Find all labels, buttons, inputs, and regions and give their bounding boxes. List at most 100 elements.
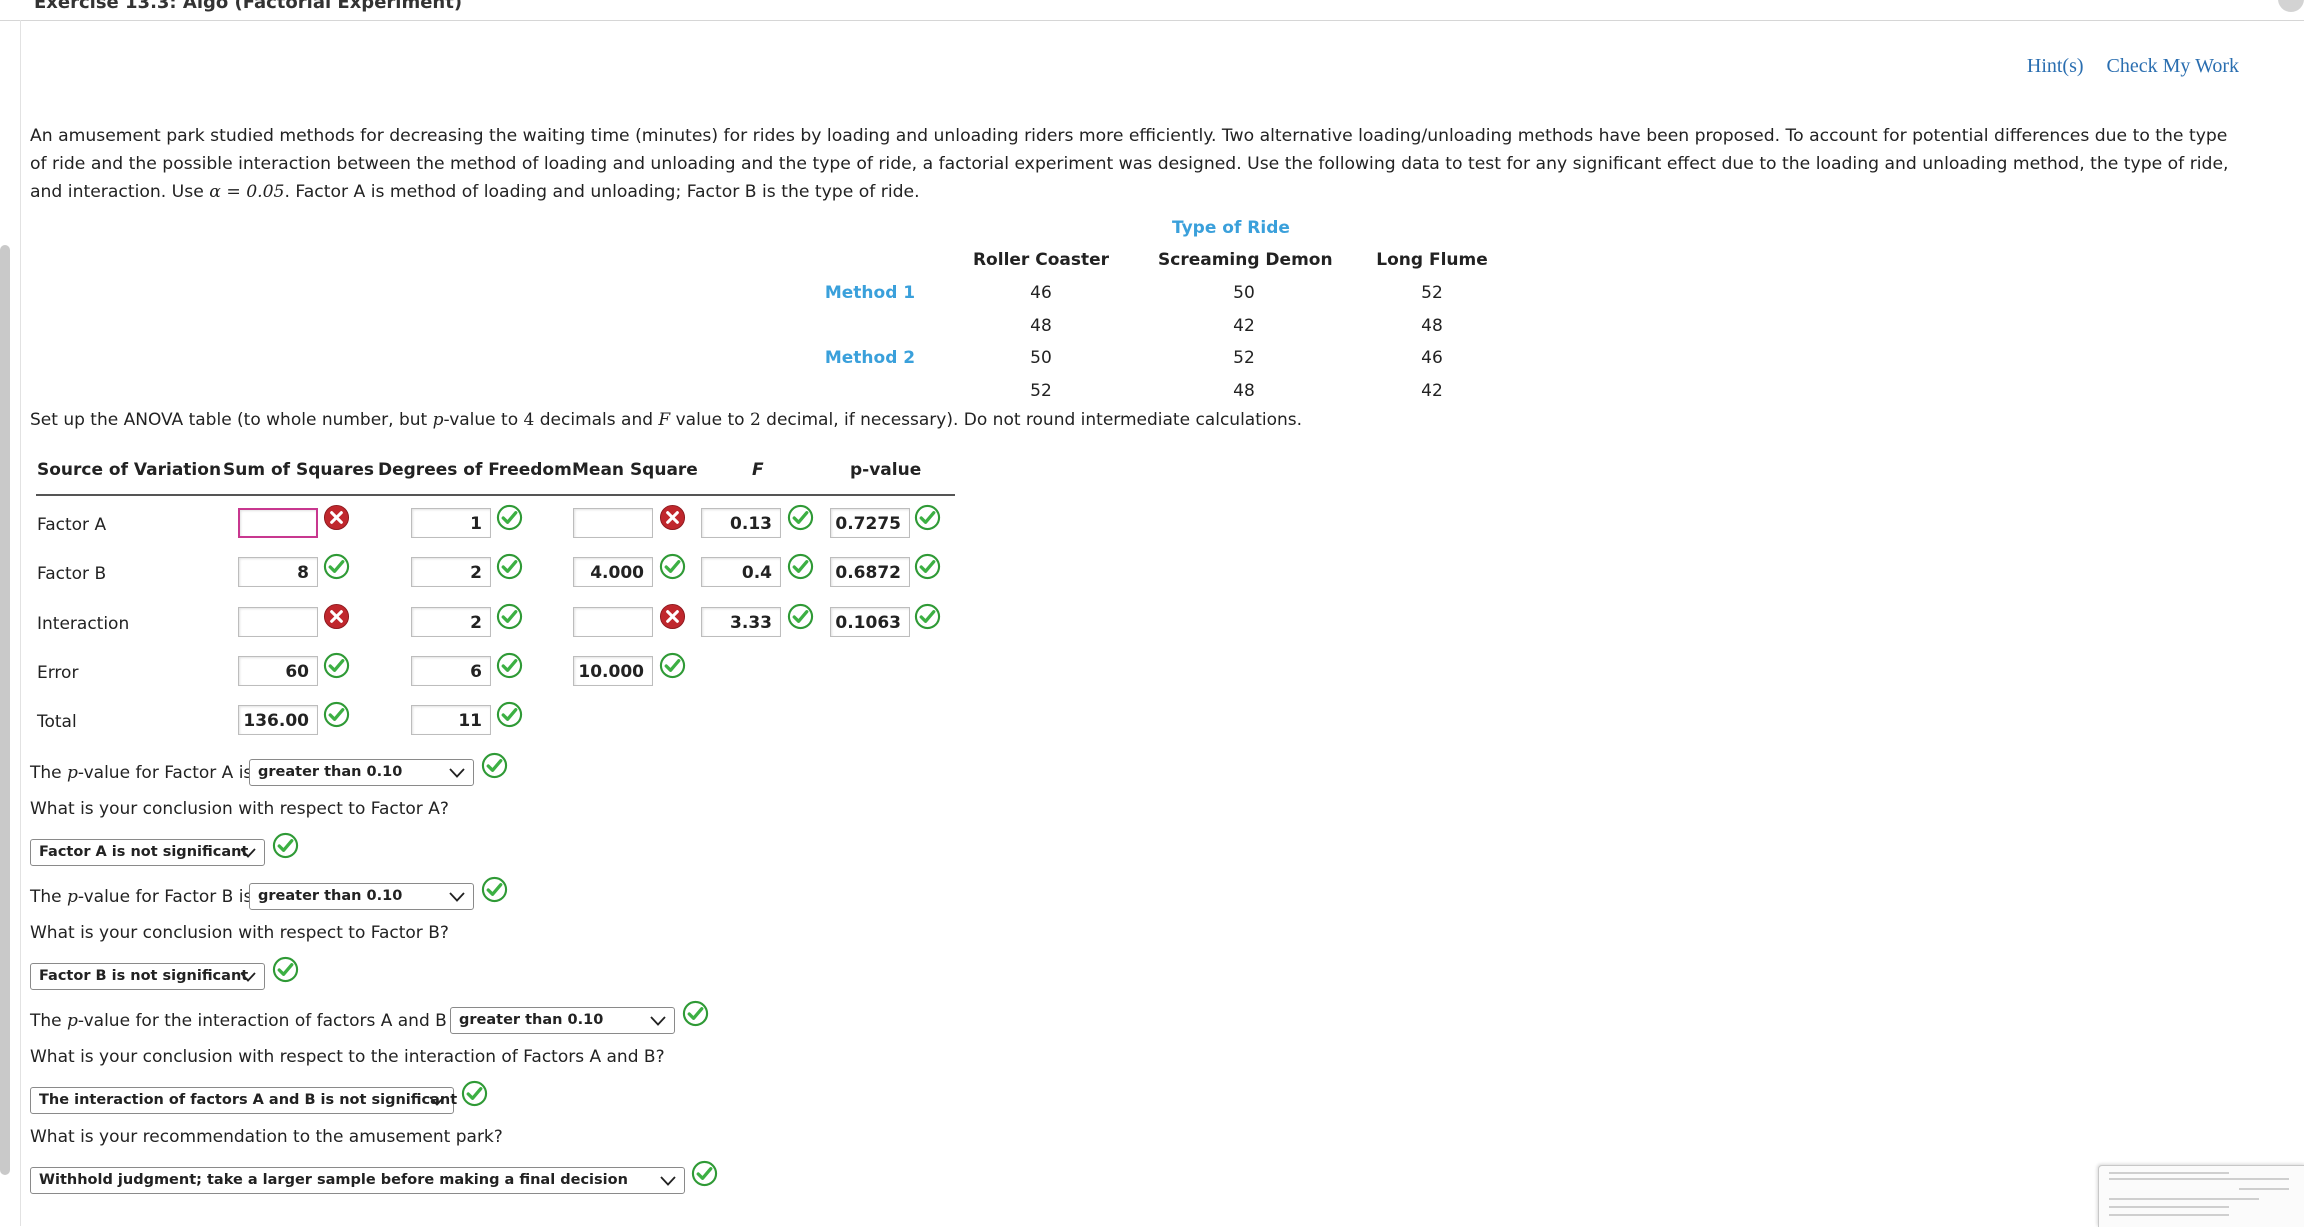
conclusion-factor-a-question: What is your conclusion with respect to …	[30, 799, 449, 819]
setup-F: F	[658, 410, 671, 430]
col-roller-coaster: Roller Coaster	[972, 250, 1110, 270]
correct-icon	[496, 603, 523, 630]
select-value: Factor B is not significant	[39, 968, 249, 984]
factor-b-df-input[interactable]: 2	[411, 557, 491, 587]
setup-text-c: decimals and	[534, 410, 659, 430]
error-df-input[interactable]: 6	[411, 656, 491, 686]
chevron-down-icon	[240, 848, 256, 858]
interaction-p-input[interactable]: 0.1063	[830, 607, 910, 637]
select-value: The interaction of factors A and B is no…	[39, 1092, 458, 1108]
cell-m1-r2-sd: 42	[1233, 316, 1255, 336]
factor-a-df-input[interactable]: 1	[411, 508, 491, 538]
cell-m2-r1-sd: 52	[1233, 348, 1255, 368]
col-screaming-demon: Screaming Demon	[1158, 250, 1333, 270]
recommendation-select[interactable]: Withhold judgment; take a larger sample …	[30, 1167, 685, 1194]
chevron-down-icon	[429, 1096, 445, 1106]
correct-icon	[496, 504, 523, 531]
q-p: p	[67, 763, 78, 783]
p-value-interaction-select[interactable]: greater than 0.10	[450, 1007, 675, 1034]
q-p: p	[67, 1011, 78, 1031]
correct-icon	[272, 832, 299, 859]
p-value-factor-a-question: The p-value for Factor A is	[30, 763, 252, 783]
recommendation-question: What is your recommendation to the amuse…	[30, 1127, 503, 1147]
factor-a-ss-input[interactable]	[238, 508, 318, 538]
p-value-factor-b-select[interactable]: greater than 0.10	[249, 883, 474, 910]
select-value: greater than 0.10	[258, 888, 403, 904]
header-mean-square: Mean Square	[572, 460, 698, 480]
interaction-df-input[interactable]: 2	[411, 607, 491, 637]
cell-m1-r2-lf: 48	[1421, 316, 1443, 336]
conclusion-factor-a-select[interactable]: Factor A is not significant	[30, 839, 265, 866]
p-value-interaction-question: The p-value for the interaction of facto…	[30, 1011, 466, 1031]
cell-m2-r2-lf: 42	[1421, 381, 1443, 401]
error-ms-input[interactable]: 10.000	[573, 656, 653, 686]
q-pa-text: -value for Factor A is	[77, 763, 253, 783]
row-label-factor-b: Factor B	[37, 564, 107, 584]
factor-a-f-input[interactable]: 0.13	[701, 508, 781, 538]
anova-instructions: Set up the ANOVA table (to whole number,…	[30, 410, 1302, 430]
conclusion-interaction-question: What is your conclusion with respect to …	[30, 1047, 665, 1067]
q-pb-text: -value for Factor B is	[77, 887, 253, 907]
header-p-value: p-value	[850, 460, 922, 480]
factor-b-ss-input[interactable]: 8	[238, 557, 318, 587]
cell-m2-r2-sd: 48	[1233, 381, 1255, 401]
col-long-flume: Long Flume	[1376, 250, 1488, 270]
header-source: Source of Variation	[37, 460, 222, 480]
conclusion-factor-b-select[interactable]: Factor B is not significant	[30, 963, 265, 990]
left-scrollbar[interactable]	[0, 245, 10, 1175]
conclusion-interaction-select[interactable]: The interaction of factors A and B is no…	[30, 1087, 458, 1114]
check-my-work-link[interactable]: Check My Work	[2107, 55, 2239, 77]
setup-four: 4	[523, 410, 535, 430]
interaction-f-input[interactable]: 3.33	[701, 607, 781, 637]
correct-icon	[914, 504, 941, 531]
method-2-label: Method 2	[824, 348, 916, 368]
correct-icon	[496, 553, 523, 580]
cell-m2-r1-lf: 46	[1421, 348, 1443, 368]
correct-icon	[914, 553, 941, 580]
factor-b-p-input[interactable]: 0.6872	[830, 557, 910, 587]
correct-icon	[496, 652, 523, 679]
setup-p: p	[432, 410, 444, 430]
q-the: The	[30, 763, 62, 783]
correct-icon	[914, 603, 941, 630]
hint-link[interactable]: Hint(s)	[2027, 55, 2084, 77]
incorrect-icon	[323, 504, 350, 531]
factor-a-p-input[interactable]: 0.7275	[830, 508, 910, 538]
incorrect-icon	[659, 603, 686, 630]
scroll-cap[interactable]	[2278, 0, 2304, 12]
correct-icon	[787, 553, 814, 580]
error-ss-input[interactable]: 60	[238, 656, 318, 686]
left-divider	[20, 20, 21, 1226]
page-thumbnail[interactable]	[2098, 1165, 2304, 1227]
factor-b-ms-input[interactable]: 4.000	[573, 557, 653, 587]
page-title: Exercise 13.3: Algo (Factorial Experimen…	[34, 0, 463, 13]
select-value: greater than 0.10	[459, 1012, 604, 1028]
chevron-down-icon	[449, 768, 465, 778]
correct-icon	[481, 752, 508, 779]
factor-b-f-input[interactable]: 0.4	[701, 557, 781, 587]
interaction-ss-input[interactable]	[238, 607, 318, 637]
problem-statement: An amusement park studied methods for de…	[30, 122, 2230, 206]
row-label-factor-a: Factor A	[37, 515, 107, 535]
q-the: The	[30, 887, 62, 907]
chevron-down-icon	[660, 1176, 676, 1186]
total-ss-input[interactable]: 136.00	[238, 705, 318, 735]
factor-a-ms-input[interactable]	[573, 508, 653, 538]
setup-text-b: -value to	[443, 410, 524, 430]
row-label-interaction: Interaction	[37, 614, 130, 634]
total-df-input[interactable]: 11	[411, 705, 491, 735]
type-of-ride-header: Type of Ride	[1172, 218, 1290, 238]
correct-icon	[272, 956, 299, 983]
cell-m1-r1-rc: 46	[1030, 283, 1052, 303]
header-sum-of-squares: Sum of Squares	[223, 460, 374, 480]
correct-icon	[461, 1080, 488, 1107]
correct-icon	[691, 1160, 718, 1187]
q-p: p	[67, 887, 78, 907]
p-value-factor-a-select[interactable]: greater than 0.10	[249, 759, 474, 786]
chevron-down-icon	[650, 1016, 666, 1026]
chevron-down-icon	[449, 892, 465, 902]
interaction-ms-input[interactable]	[573, 607, 653, 637]
conclusion-factor-b-question: What is your conclusion with respect to …	[30, 923, 449, 943]
header-rule	[36, 494, 955, 496]
q-the: The	[30, 1011, 62, 1031]
